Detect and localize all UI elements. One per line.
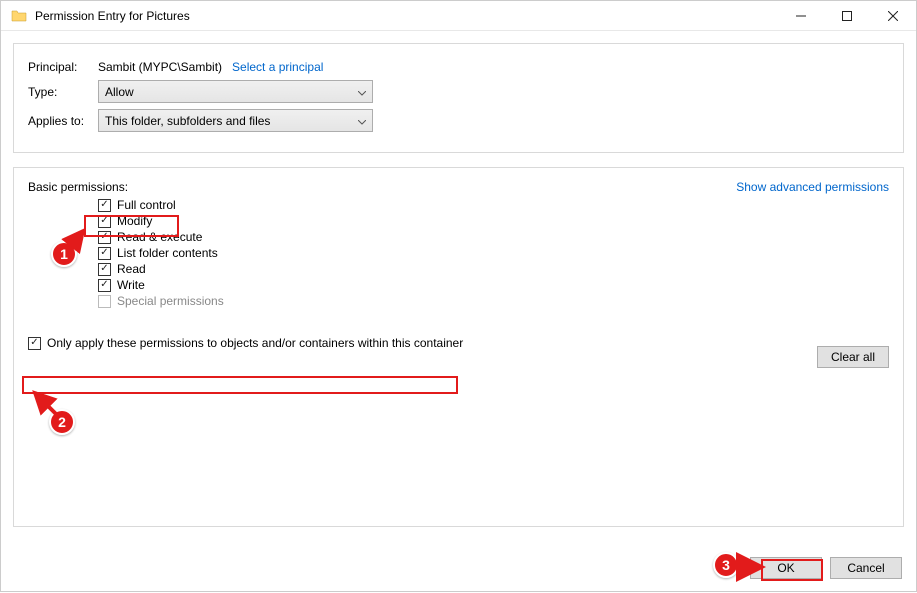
applies-to-select[interactable]: This folder, subfolders and files xyxy=(98,109,373,132)
checkbox-icon[interactable] xyxy=(98,199,111,212)
basic-permissions-label: Basic permissions: xyxy=(28,180,128,194)
checkbox-icon xyxy=(98,295,111,308)
annotation-badge: 3 xyxy=(713,552,739,578)
show-advanced-link[interactable]: Show advanced permissions xyxy=(736,180,889,194)
checkbox-icon[interactable] xyxy=(98,263,111,276)
perm-list-folder[interactable]: List folder contents xyxy=(98,246,889,260)
type-label: Type: xyxy=(28,85,98,99)
applies-to-value: This folder, subfolders and files xyxy=(105,114,270,128)
checkbox-icon[interactable] xyxy=(98,215,111,228)
type-select[interactable]: Allow xyxy=(98,80,373,103)
permission-list: Full control Modify Read & execute List … xyxy=(98,198,889,308)
only-apply-checkbox-row[interactable]: Only apply these permissions to objects … xyxy=(28,336,889,350)
permissions-panel: Basic permissions: Show advanced permiss… xyxy=(13,167,904,527)
checkbox-icon[interactable] xyxy=(28,337,41,350)
clear-all-button[interactable]: Clear all xyxy=(817,346,889,368)
perm-read[interactable]: Read xyxy=(98,262,889,276)
principal-panel: Principal: Sambit (MYPC\Sambit) Select a… xyxy=(13,43,904,153)
perm-read-execute[interactable]: Read & execute xyxy=(98,230,889,244)
ok-button[interactable]: OK xyxy=(750,557,822,579)
window-title: Permission Entry for Pictures xyxy=(35,9,778,23)
checkbox-icon[interactable] xyxy=(98,279,111,292)
close-button[interactable] xyxy=(870,1,916,30)
checkbox-icon[interactable] xyxy=(98,231,111,244)
titlebar: Permission Entry for Pictures xyxy=(1,1,916,31)
chevron-down-icon xyxy=(358,114,366,128)
type-value: Allow xyxy=(105,85,134,99)
principal-label: Principal: xyxy=(28,60,98,74)
select-principal-link[interactable]: Select a principal xyxy=(232,60,323,74)
maximize-button[interactable] xyxy=(824,1,870,30)
checkbox-icon[interactable] xyxy=(98,247,111,260)
perm-full-control[interactable]: Full control xyxy=(98,198,889,212)
principal-value: Sambit (MYPC\Sambit) xyxy=(98,60,222,74)
perm-modify[interactable]: Modify xyxy=(98,214,889,228)
minimize-button[interactable] xyxy=(778,1,824,30)
applies-to-label: Applies to: xyxy=(28,114,98,128)
folder-icon xyxy=(11,8,27,24)
perm-special: Special permissions xyxy=(98,294,889,308)
chevron-down-icon xyxy=(358,85,366,99)
cancel-button[interactable]: Cancel xyxy=(830,557,902,579)
only-apply-label: Only apply these permissions to objects … xyxy=(47,336,463,350)
perm-write[interactable]: Write xyxy=(98,278,889,292)
